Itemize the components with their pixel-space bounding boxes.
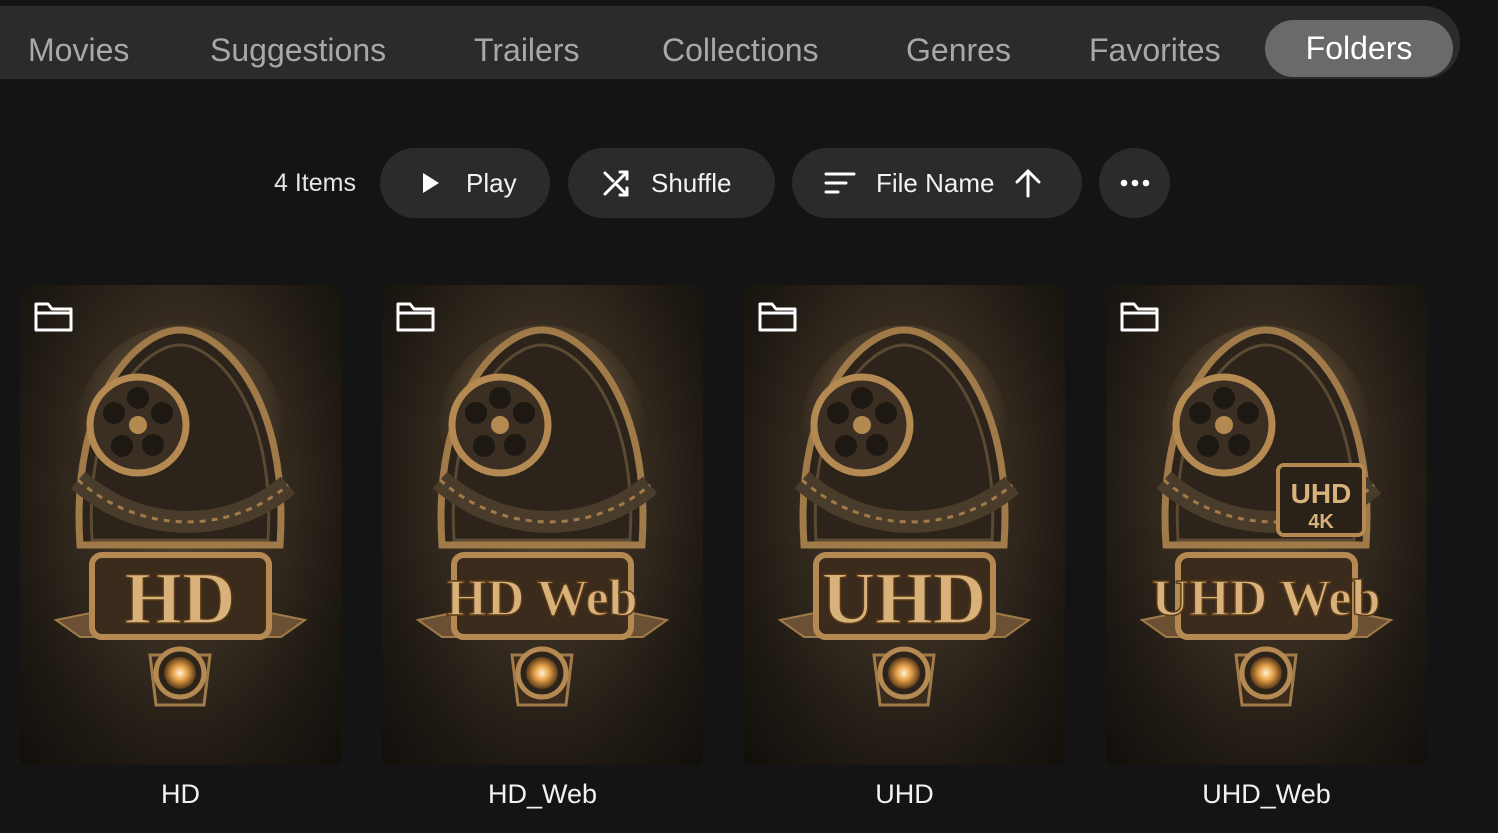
folder-card[interactable]: HD: [20, 285, 341, 765]
shuffle-icon: [601, 168, 631, 198]
shuffle-button[interactable]: Shuffle: [568, 148, 775, 218]
tab-favorites[interactable]: Favorites: [1089, 22, 1221, 78]
folder-title[interactable]: HD_Web: [382, 774, 703, 814]
folder-icon: [396, 301, 436, 338]
uhd-4k-badge: UHD 4K: [1276, 463, 1366, 537]
shuffle-label: Shuffle: [651, 167, 732, 198]
folder-badge-text: HD: [125, 558, 236, 640]
folder-poster-art: HD Web: [415, 325, 670, 707]
more-button[interactable]: [1099, 148, 1170, 218]
arrow-up-icon: [1014, 168, 1042, 198]
folder-poster-art: UHD: [777, 325, 1032, 707]
tab-trailers[interactable]: Trailers: [474, 22, 579, 78]
tab-movies[interactable]: Movies: [28, 22, 129, 78]
folder-icon: [758, 301, 798, 338]
tab-bar: Movies Suggestions Trailers Collections …: [0, 6, 1460, 79]
folder-card[interactable]: HD Web: [382, 285, 703, 765]
more-horizontal-icon: [1120, 179, 1150, 187]
folder-card[interactable]: UHD: [744, 285, 1065, 765]
tab-genres[interactable]: Genres: [906, 22, 1011, 78]
page: Movies Suggestions Trailers Collections …: [0, 0, 1498, 833]
play-icon: [420, 171, 442, 195]
badge-sub-text: UHD: [1291, 478, 1352, 509]
badge-sub2-text: 4K: [1308, 511, 1334, 533]
folder-title[interactable]: HD: [20, 774, 341, 814]
folder-title[interactable]: UHD: [744, 774, 1065, 814]
play-label: Play: [466, 167, 517, 198]
folder-badge-text: UHD Web: [1152, 570, 1381, 627]
play-button[interactable]: Play: [380, 148, 550, 218]
tab-collections[interactable]: Collections: [662, 22, 819, 78]
folder-poster-art: HD: [53, 325, 308, 707]
folder-badge-text: HD Web: [446, 570, 637, 627]
tab-folders[interactable]: Folders: [1265, 20, 1453, 77]
folder-title[interactable]: UHD_Web: [1106, 774, 1427, 814]
sort-label: File Name: [876, 167, 995, 198]
folder-icon: [1120, 301, 1160, 338]
folder-poster-art: UHD Web UHD 4K: [1139, 325, 1394, 707]
folder-card[interactable]: UHD Web UHD 4K: [1106, 285, 1427, 765]
item-count: 4 Items: [274, 169, 356, 197]
sort-button[interactable]: File Name: [792, 148, 1082, 218]
sort-lines-icon: [824, 171, 856, 195]
folder-icon: [34, 301, 74, 338]
folder-badge-text: UHD: [822, 558, 986, 640]
tab-suggestions[interactable]: Suggestions: [210, 22, 386, 78]
